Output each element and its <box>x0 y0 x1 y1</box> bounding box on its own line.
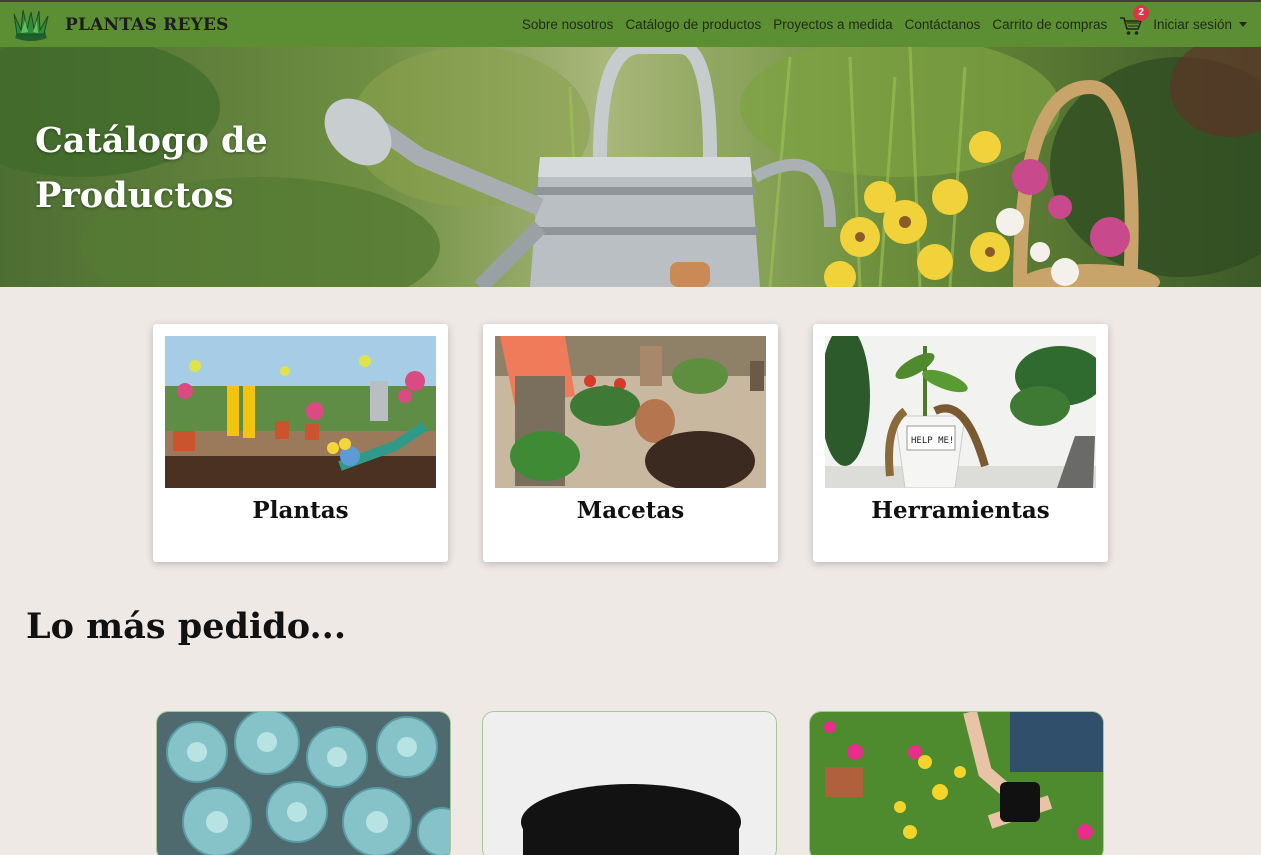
caret-down-icon <box>1239 22 1247 27</box>
cart-count-badge: 2 <box>1133 4 1150 21</box>
product-card-3[interactable] <box>809 711 1104 855</box>
category-card-macetas[interactable]: Macetas <box>483 324 778 562</box>
nav-link-contacto[interactable]: Contáctanos <box>905 17 981 32</box>
main-nav: Sobre nosotros Catálogo de productos Pro… <box>510 2 1247 47</box>
category-label-plantas: Plantas <box>252 497 349 524</box>
cart-button[interactable]: 2 <box>1119 4 1150 37</box>
grass-logo-icon <box>13 9 49 41</box>
category-label-herramientas: Herramientas <box>871 497 1050 524</box>
hero-banner: Catálogo de Productos <box>0 47 1261 287</box>
page-title: Catálogo de Productos <box>35 120 268 216</box>
product-card-2[interactable] <box>482 711 777 855</box>
nav-link-carrito[interactable]: Carrito de compras <box>992 17 1107 32</box>
category-image-macetas <box>495 336 766 488</box>
popular-section-title: Lo más pedido... <box>26 606 347 647</box>
nav-link-proyectos[interactable]: Proyectos a medida <box>773 17 892 32</box>
nav-link-catalogo[interactable]: Catálogo de productos <box>625 17 761 32</box>
category-card-herramientas[interactable]: HELP ME! Herramientas <box>813 324 1108 562</box>
help-plant-photo: HELP ME! <box>825 336 1096 488</box>
planting-flowers-photo <box>810 712 1103 855</box>
category-image-herramientas: HELP ME! <box>825 336 1096 488</box>
plants-photo <box>165 336 436 488</box>
pots-photo <box>495 336 766 488</box>
login-label: Iniciar sesión <box>1153 17 1232 32</box>
succulents-photo <box>157 712 450 855</box>
nav-link-sobre-nosotros[interactable]: Sobre nosotros <box>522 17 614 32</box>
category-label-macetas: Macetas <box>576 497 685 524</box>
svg-text:HELP ME!: HELP ME! <box>911 436 954 446</box>
black-pot-photo <box>483 712 776 855</box>
navbar: PLANTAS REYES Sobre nosotros Catálogo de… <box>0 0 1261 47</box>
brand[interactable]: PLANTAS REYES <box>11 8 229 42</box>
category-image-plantas <box>165 336 436 488</box>
login-dropdown[interactable]: Iniciar sesión <box>1153 17 1247 32</box>
brand-name: PLANTAS REYES <box>65 15 229 35</box>
category-card-plantas[interactable]: Plantas <box>153 324 448 562</box>
product-card-1[interactable] <box>156 711 451 855</box>
